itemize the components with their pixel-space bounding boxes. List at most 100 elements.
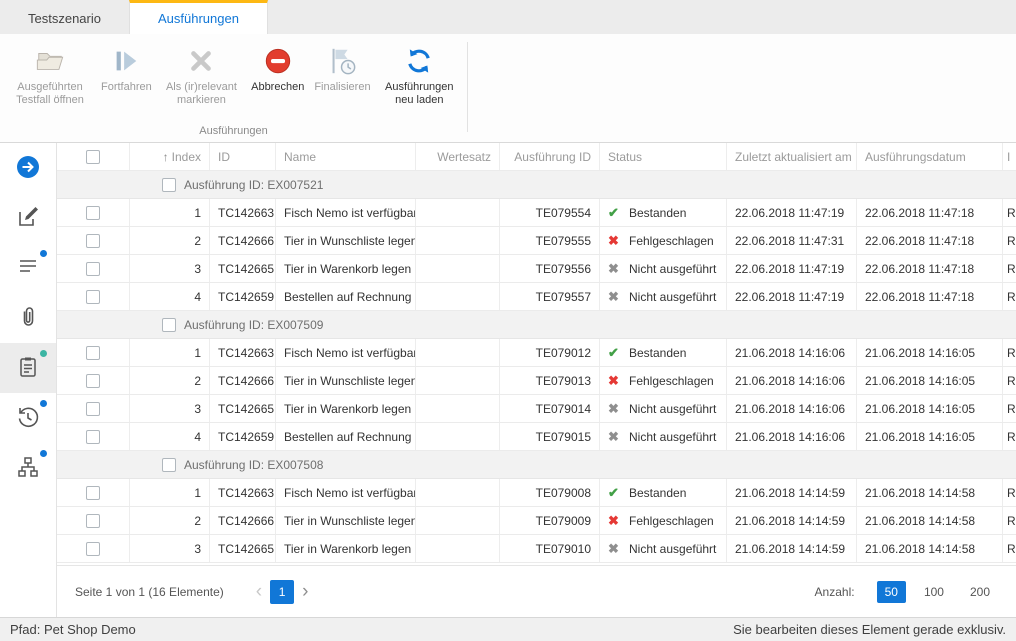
cell-ausfuehrung-id: TE079555 — [500, 227, 600, 254]
status-text: Nicht ausgeführt — [629, 262, 716, 276]
cell-extra: R — [1003, 339, 1016, 366]
status-text: Fehlgeschlagen — [629, 234, 714, 248]
cell-extra: R — [1003, 199, 1016, 226]
table-row[interactable]: 1 TC142663 Fisch Nemo ist verfügbar TE07… — [57, 479, 1016, 507]
cell-name: Fisch Nemo ist verfügbar — [276, 199, 416, 226]
mark-irrelevant-button[interactable]: Als (ir)relevant markieren — [157, 42, 246, 109]
notification-dot — [40, 450, 47, 457]
row-checkbox[interactable] — [86, 206, 100, 220]
finalize-button[interactable]: Finalisieren — [309, 42, 375, 96]
cell-wertesatz — [416, 535, 500, 562]
cell-checkbox — [57, 339, 130, 366]
table-row[interactable]: 1 TC142663 Fisch Nemo ist verfügbar TE07… — [57, 199, 1016, 227]
column-header-date[interactable]: Ausführungsdatum — [857, 143, 1003, 170]
list-icon — [16, 255, 40, 282]
row-checkbox[interactable] — [86, 402, 100, 416]
group-checkbox[interactable] — [162, 458, 176, 472]
cell-checkbox — [57, 227, 130, 254]
cell-index: 2 — [130, 227, 210, 254]
table-row[interactable]: 3 TC142665 Tier in Warenkorb legen TE079… — [57, 535, 1016, 563]
cell-updated: 21.06.2018 14:14:59 — [727, 479, 857, 506]
cell-checkbox — [57, 367, 130, 394]
continue-button[interactable]: Fortfahren — [96, 42, 157, 96]
next-page-icon[interactable]: › — [296, 582, 314, 601]
select-all-checkbox[interactable] — [86, 150, 100, 164]
cell-extra: R — [1003, 535, 1016, 562]
group-header-row[interactable]: Ausführung ID: EX007508 — [57, 451, 1016, 479]
sidebar-item-history[interactable] — [0, 393, 56, 443]
column-header-extra[interactable]: I — [1003, 143, 1016, 170]
cell-ausfuehrung-id: TE079015 — [500, 423, 600, 450]
group-header-row[interactable]: Ausführung ID: EX007521 — [57, 171, 1016, 199]
table-row[interactable]: 2 TC142666 Tier in Wunschliste legen TE0… — [57, 507, 1016, 535]
table-row[interactable]: 2 TC142666 Tier in Wunschliste legen TE0… — [57, 227, 1016, 255]
group-header-row[interactable]: Ausführung ID: EX007509 — [57, 311, 1016, 339]
column-header-name[interactable]: Name — [276, 143, 416, 170]
page-size-200-button[interactable]: 200 — [962, 581, 998, 603]
status-text: Nicht ausgeführt — [629, 290, 716, 304]
sidebar-item-list[interactable] — [0, 243, 56, 293]
open-executed-testcase-button[interactable]: Ausgeführten Testfall öffnen — [4, 42, 96, 109]
row-checkbox[interactable] — [86, 374, 100, 388]
refresh-icon — [404, 44, 434, 78]
status-icon: ✖ — [608, 233, 623, 249]
column-header-status[interactable]: Status — [600, 143, 727, 170]
group-checkbox[interactable] — [162, 178, 176, 192]
page-size-50-button[interactable]: 50 — [877, 581, 906, 603]
cell-status: ✖Fehlgeschlagen — [600, 507, 727, 534]
cancel-button[interactable]: Abbrechen — [246, 42, 309, 96]
x-mark-icon — [186, 44, 216, 78]
sidebar-item-go[interactable] — [0, 143, 56, 193]
reload-executions-button[interactable]: Ausführungen neu laden — [376, 42, 463, 109]
cell-status: ✔Bestanden — [600, 479, 727, 506]
column-header-wertesatz[interactable]: Wertesatz — [416, 143, 500, 170]
tab-ausfuehrungen[interactable]: Ausführungen — [129, 0, 268, 34]
group-checkbox[interactable] — [162, 318, 176, 332]
pagination-bar: Seite 1 von 1 (16 Elemente) ‹ 1 › Anzahl… — [57, 565, 1016, 617]
page-size-100-button[interactable]: 100 — [916, 581, 952, 603]
cell-wertesatz — [416, 283, 500, 310]
sidebar-item-attachments[interactable] — [0, 293, 56, 343]
page-number-button[interactable]: 1 — [270, 580, 294, 604]
cell-ausfuehrung-id: TE079013 — [500, 367, 600, 394]
previous-page-icon[interactable]: ‹ — [250, 582, 268, 601]
cell-date: 22.06.2018 11:47:18 — [857, 199, 1003, 226]
cell-updated: 22.06.2018 11:47:19 — [727, 255, 857, 282]
sidebar-item-executions[interactable] — [0, 343, 56, 393]
row-checkbox[interactable] — [86, 262, 100, 276]
table-row[interactable]: 4 TC142659 Bestellen auf Rechnung TE0790… — [57, 423, 1016, 451]
row-checkbox[interactable] — [86, 290, 100, 304]
cell-status: ✖Fehlgeschlagen — [600, 367, 727, 394]
row-checkbox[interactable] — [86, 514, 100, 528]
column-header-id[interactable]: ID — [210, 143, 276, 170]
table-row[interactable]: 3 TC142665 Tier in Warenkorb legen TE079… — [57, 395, 1016, 423]
column-header-ausfuehrung-id[interactable]: Ausführung ID — [500, 143, 600, 170]
cell-name: Tier in Wunschliste legen — [276, 507, 416, 534]
cell-checkbox — [57, 255, 130, 282]
row-checkbox[interactable] — [86, 430, 100, 444]
table-row[interactable]: 1 TC142663 Fisch Nemo ist verfügbar TE07… — [57, 339, 1016, 367]
status-icon: ✔ — [608, 345, 623, 361]
cell-extra: R — [1003, 423, 1016, 450]
cell-updated: 21.06.2018 14:16:06 — [727, 367, 857, 394]
tab-testszenario[interactable]: Testszenario — [0, 0, 129, 34]
notification-dot — [40, 250, 47, 257]
column-header-updated[interactable]: Zuletzt aktualisiert am — [727, 143, 857, 170]
row-checkbox[interactable] — [86, 486, 100, 500]
cell-checkbox — [57, 395, 130, 422]
column-header-index[interactable]: ↑Index — [130, 143, 210, 170]
cell-wertesatz — [416, 227, 500, 254]
executions-clipboard-icon — [16, 355, 40, 382]
sidebar-item-hierarchy[interactable] — [0, 443, 56, 493]
row-checkbox[interactable] — [86, 234, 100, 248]
edit-icon — [16, 205, 40, 232]
cell-index: 1 — [130, 339, 210, 366]
table-row[interactable]: 4 TC142659 Bestellen auf Rechnung TE0795… — [57, 283, 1016, 311]
cell-status: ✔Bestanden — [600, 199, 727, 226]
table-row[interactable]: 3 TC142665 Tier in Warenkorb legen TE079… — [57, 255, 1016, 283]
row-checkbox[interactable] — [86, 346, 100, 360]
table-row[interactable]: 2 TC142666 Tier in Wunschliste legen TE0… — [57, 367, 1016, 395]
row-checkbox[interactable] — [86, 542, 100, 556]
sidebar-item-edit[interactable] — [0, 193, 56, 243]
cell-status: ✖Nicht ausgeführt — [600, 423, 727, 450]
